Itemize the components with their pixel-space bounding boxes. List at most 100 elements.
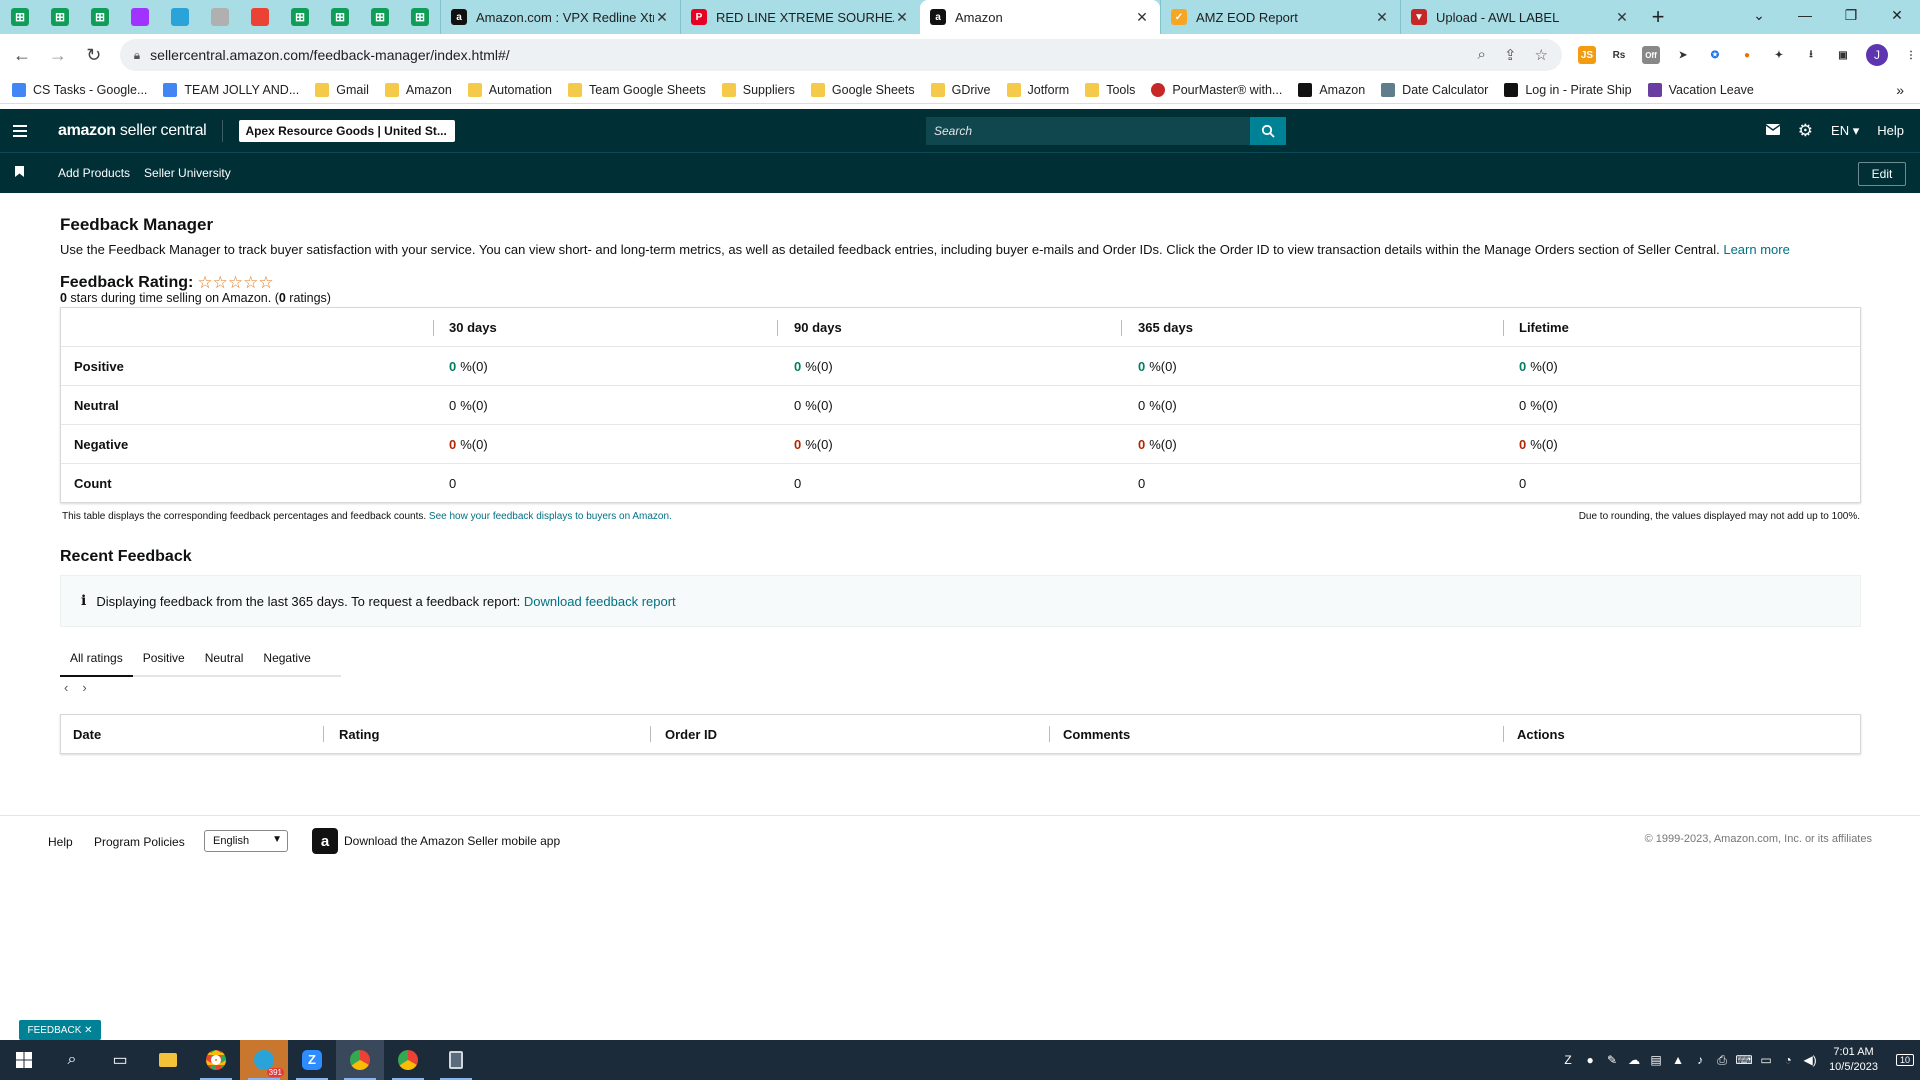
bookmark-item[interactable]: Amazon bbox=[1298, 82, 1365, 97]
nav-seller-university[interactable]: Seller University bbox=[144, 166, 231, 180]
tab-positive[interactable]: Positive bbox=[133, 641, 195, 675]
browser-tab[interactable]: a Amazon.com : VPX Redline Xtreme✕ bbox=[440, 0, 680, 34]
tab-close-icon[interactable]: ✕ bbox=[654, 9, 670, 26]
zoom-app-icon[interactable]: Z bbox=[288, 1040, 336, 1080]
bookmark-item[interactable]: CS Tasks - Google... bbox=[12, 82, 147, 97]
search-taskbar-icon[interactable]: ⌕ bbox=[48, 1040, 96, 1080]
tab-search-icon[interactable]: ⌄ bbox=[1736, 0, 1782, 30]
zoom-icon[interactable]: ⌕ bbox=[1478, 46, 1486, 64]
prev-page-icon[interactable]: ‹ bbox=[64, 680, 68, 695]
tab-all-ratings[interactable]: All ratings bbox=[60, 641, 133, 677]
forward-icon[interactable]: → bbox=[44, 41, 72, 69]
nav-add-products[interactable]: Add Products bbox=[58, 166, 130, 180]
bookmark-item[interactable]: Team Google Sheets bbox=[568, 82, 706, 97]
feedback-display-link[interactable]: See how your feedback displays to buyers… bbox=[429, 511, 672, 522]
minimize-button[interactable]: — bbox=[1782, 0, 1828, 30]
printer-tray-icon[interactable]: ⎙ bbox=[1711, 1040, 1733, 1080]
nvidia-tray-icon[interactable]: ▲ bbox=[1667, 1040, 1689, 1080]
seller-central-logo[interactable]: amazon seller central bbox=[58, 122, 207, 140]
more-bookmarks-icon[interactable]: » bbox=[1896, 82, 1904, 98]
program-policies-link[interactable]: Program Policies bbox=[94, 835, 185, 849]
new-tab-button[interactable]: + bbox=[1640, 0, 1676, 34]
js-extension-icon[interactable]: JS bbox=[1577, 46, 1596, 64]
cloud-tray-icon[interactable]: ☁ bbox=[1623, 1040, 1645, 1080]
search-input[interactable] bbox=[926, 117, 1250, 145]
wifi-tray-icon[interactable]: ◔ bbox=[1777, 1040, 1799, 1080]
settings-gear-icon[interactable]: ⚙ bbox=[1798, 121, 1813, 141]
pinned-tab[interactable]: ⊞ bbox=[320, 0, 360, 34]
profile-avatar[interactable]: J bbox=[1865, 44, 1888, 66]
help-link[interactable]: Help bbox=[1877, 123, 1904, 138]
orange-extension-icon[interactable]: ● bbox=[1738, 46, 1756, 64]
reload-icon[interactable]: ↻ bbox=[80, 41, 108, 69]
pinned-tab[interactable]: ⊞ bbox=[40, 0, 80, 34]
pen-tray-icon[interactable]: ✎ bbox=[1601, 1040, 1623, 1080]
chrome-icon[interactable] bbox=[192, 1040, 240, 1080]
tab-close-icon[interactable]: ✕ bbox=[1134, 9, 1150, 26]
bookmark-icon[interactable] bbox=[15, 166, 31, 180]
cursor-extension-icon[interactable]: ➤ bbox=[1674, 46, 1692, 64]
sidepanel-icon[interactable]: ▣ bbox=[1834, 46, 1852, 64]
feedback-widget-button[interactable]: FEEDBACK ✕ bbox=[19, 1020, 101, 1040]
mobile-app-promo[interactable]: a Download the Amazon Seller mobile app bbox=[312, 828, 560, 854]
pinned-tab[interactable]: ⊞ bbox=[280, 0, 320, 34]
display-tray-icon[interactable]: ▤ bbox=[1645, 1040, 1667, 1080]
chrome-profile-icon[interactable] bbox=[336, 1040, 384, 1080]
footer-help-link[interactable]: Help bbox=[48, 835, 73, 849]
bookmark-item[interactable]: PourMaster® with... bbox=[1151, 82, 1282, 97]
pinned-tab[interactable] bbox=[200, 0, 240, 34]
maximize-button[interactable]: ❐ bbox=[1828, 0, 1874, 30]
bookmark-item[interactable]: Google Sheets bbox=[810, 82, 915, 97]
search-button[interactable] bbox=[1250, 117, 1286, 145]
task-view-icon[interactable]: ▭ bbox=[96, 1040, 144, 1080]
keyboard-tray-icon[interactable]: ⌨ bbox=[1733, 1040, 1755, 1080]
bookmark-item[interactable]: GDrive bbox=[930, 82, 991, 97]
file-explorer-icon[interactable] bbox=[144, 1040, 192, 1080]
bookmark-item[interactable]: Jotform bbox=[1006, 82, 1069, 97]
tab-close-icon[interactable]: ✕ bbox=[894, 9, 910, 26]
zoom-tray-icon[interactable]: Z bbox=[1557, 1040, 1579, 1080]
bookmark-item[interactable]: Gmail bbox=[315, 82, 369, 97]
bookmark-item[interactable]: Vacation Leave bbox=[1647, 82, 1754, 97]
pinned-tab[interactable]: ⊞ bbox=[400, 0, 440, 34]
bookmark-item[interactable]: Log in - Pirate Ship bbox=[1504, 82, 1632, 97]
tab-negative[interactable]: Negative bbox=[253, 641, 320, 675]
language-selector[interactable]: EN ▾ bbox=[1831, 123, 1859, 139]
download-feedback-report-link[interactable]: Download feedback report bbox=[524, 594, 676, 609]
close-window-button[interactable]: ✕ bbox=[1874, 0, 1920, 30]
notification-center-icon[interactable]: 10 bbox=[1890, 1040, 1920, 1080]
footer-language-select[interactable]: English ▼ bbox=[204, 830, 288, 852]
bookmark-item[interactable]: Automation bbox=[467, 82, 552, 97]
url-bar[interactable]: 🔒︎ sellercentral.amazon.com/feedback-man… bbox=[119, 39, 1562, 71]
share-icon[interactable]: ⇪ bbox=[1504, 46, 1517, 64]
next-page-icon[interactable]: › bbox=[82, 680, 86, 695]
globe-extension-icon[interactable]: ✪ bbox=[1706, 46, 1724, 64]
mail-icon[interactable] bbox=[1765, 123, 1781, 138]
pinned-tab[interactable]: ⊞ bbox=[0, 0, 40, 34]
browser-tab[interactable]: a Amazon ✕ bbox=[920, 0, 1160, 34]
back-icon[interactable]: ← bbox=[8, 41, 36, 69]
battery-tray-icon[interactable]: ▭ bbox=[1755, 1040, 1777, 1080]
tab-close-icon[interactable]: ✕ bbox=[1374, 9, 1390, 26]
off-extension-icon[interactable]: Off bbox=[1641, 46, 1660, 64]
bookmark-item[interactable]: TEAM JOLLY AND... bbox=[163, 82, 299, 97]
puzzle-icon[interactable]: ✦ bbox=[1770, 46, 1788, 64]
browser-tab[interactable]: ✓ AMZ EOD Report ✕ bbox=[1160, 0, 1400, 34]
hamburger-menu-icon[interactable] bbox=[0, 124, 40, 137]
windows-start-icon[interactable] bbox=[0, 1040, 48, 1080]
rs-extension-icon[interactable]: Rs bbox=[1610, 46, 1628, 64]
calculator-icon[interactable] bbox=[432, 1040, 480, 1080]
pinned-tab[interactable]: ⊞ bbox=[80, 0, 120, 34]
account-switcher[interactable]: Apex Resource Goods | United St... bbox=[239, 119, 456, 142]
system-clock[interactable]: 7:01 AM 10/5/2023 bbox=[1829, 1045, 1878, 1075]
pinned-tab[interactable] bbox=[120, 0, 160, 34]
pinned-tab[interactable] bbox=[240, 0, 280, 34]
browser-tab[interactable]: P RED LINE XTREME SOURHEAD -✕ bbox=[680, 0, 920, 34]
telegram-taskbar-icon[interactable]: 391 bbox=[240, 1040, 288, 1080]
bookmark-item[interactable]: Amazon bbox=[384, 82, 452, 97]
volume-tray-icon[interactable]: ◀︎) bbox=[1799, 1040, 1821, 1080]
menu-dots-icon[interactable]: ⋮ bbox=[1902, 46, 1920, 64]
bookmark-item[interactable]: Tools bbox=[1085, 82, 1135, 97]
bookmark-item[interactable]: Date Calculator bbox=[1381, 82, 1488, 97]
learn-more-link[interactable]: Learn more bbox=[1723, 242, 1789, 257]
